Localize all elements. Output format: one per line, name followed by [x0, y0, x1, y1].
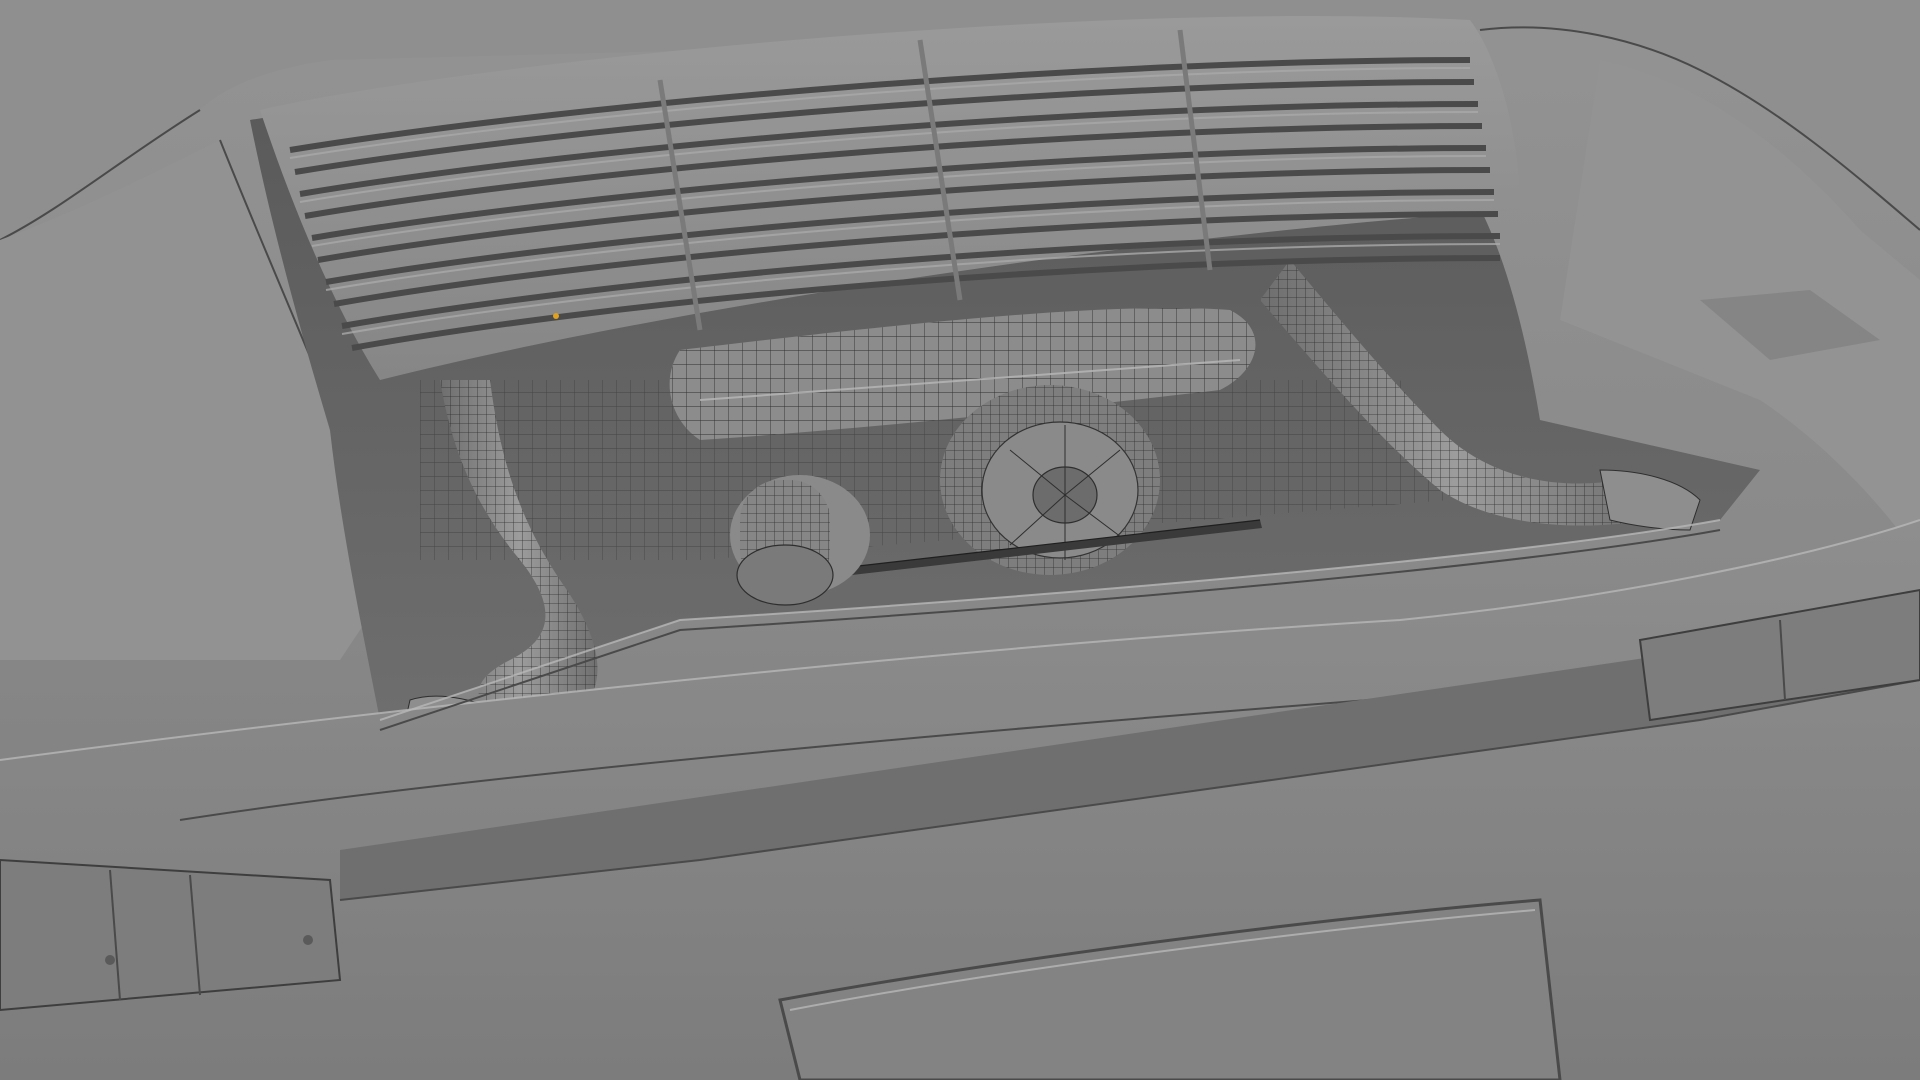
model-render[interactable] — [0, 0, 1920, 1080]
selected-vertex[interactable] — [553, 313, 559, 319]
3d-viewport[interactable] — [0, 0, 1920, 1080]
